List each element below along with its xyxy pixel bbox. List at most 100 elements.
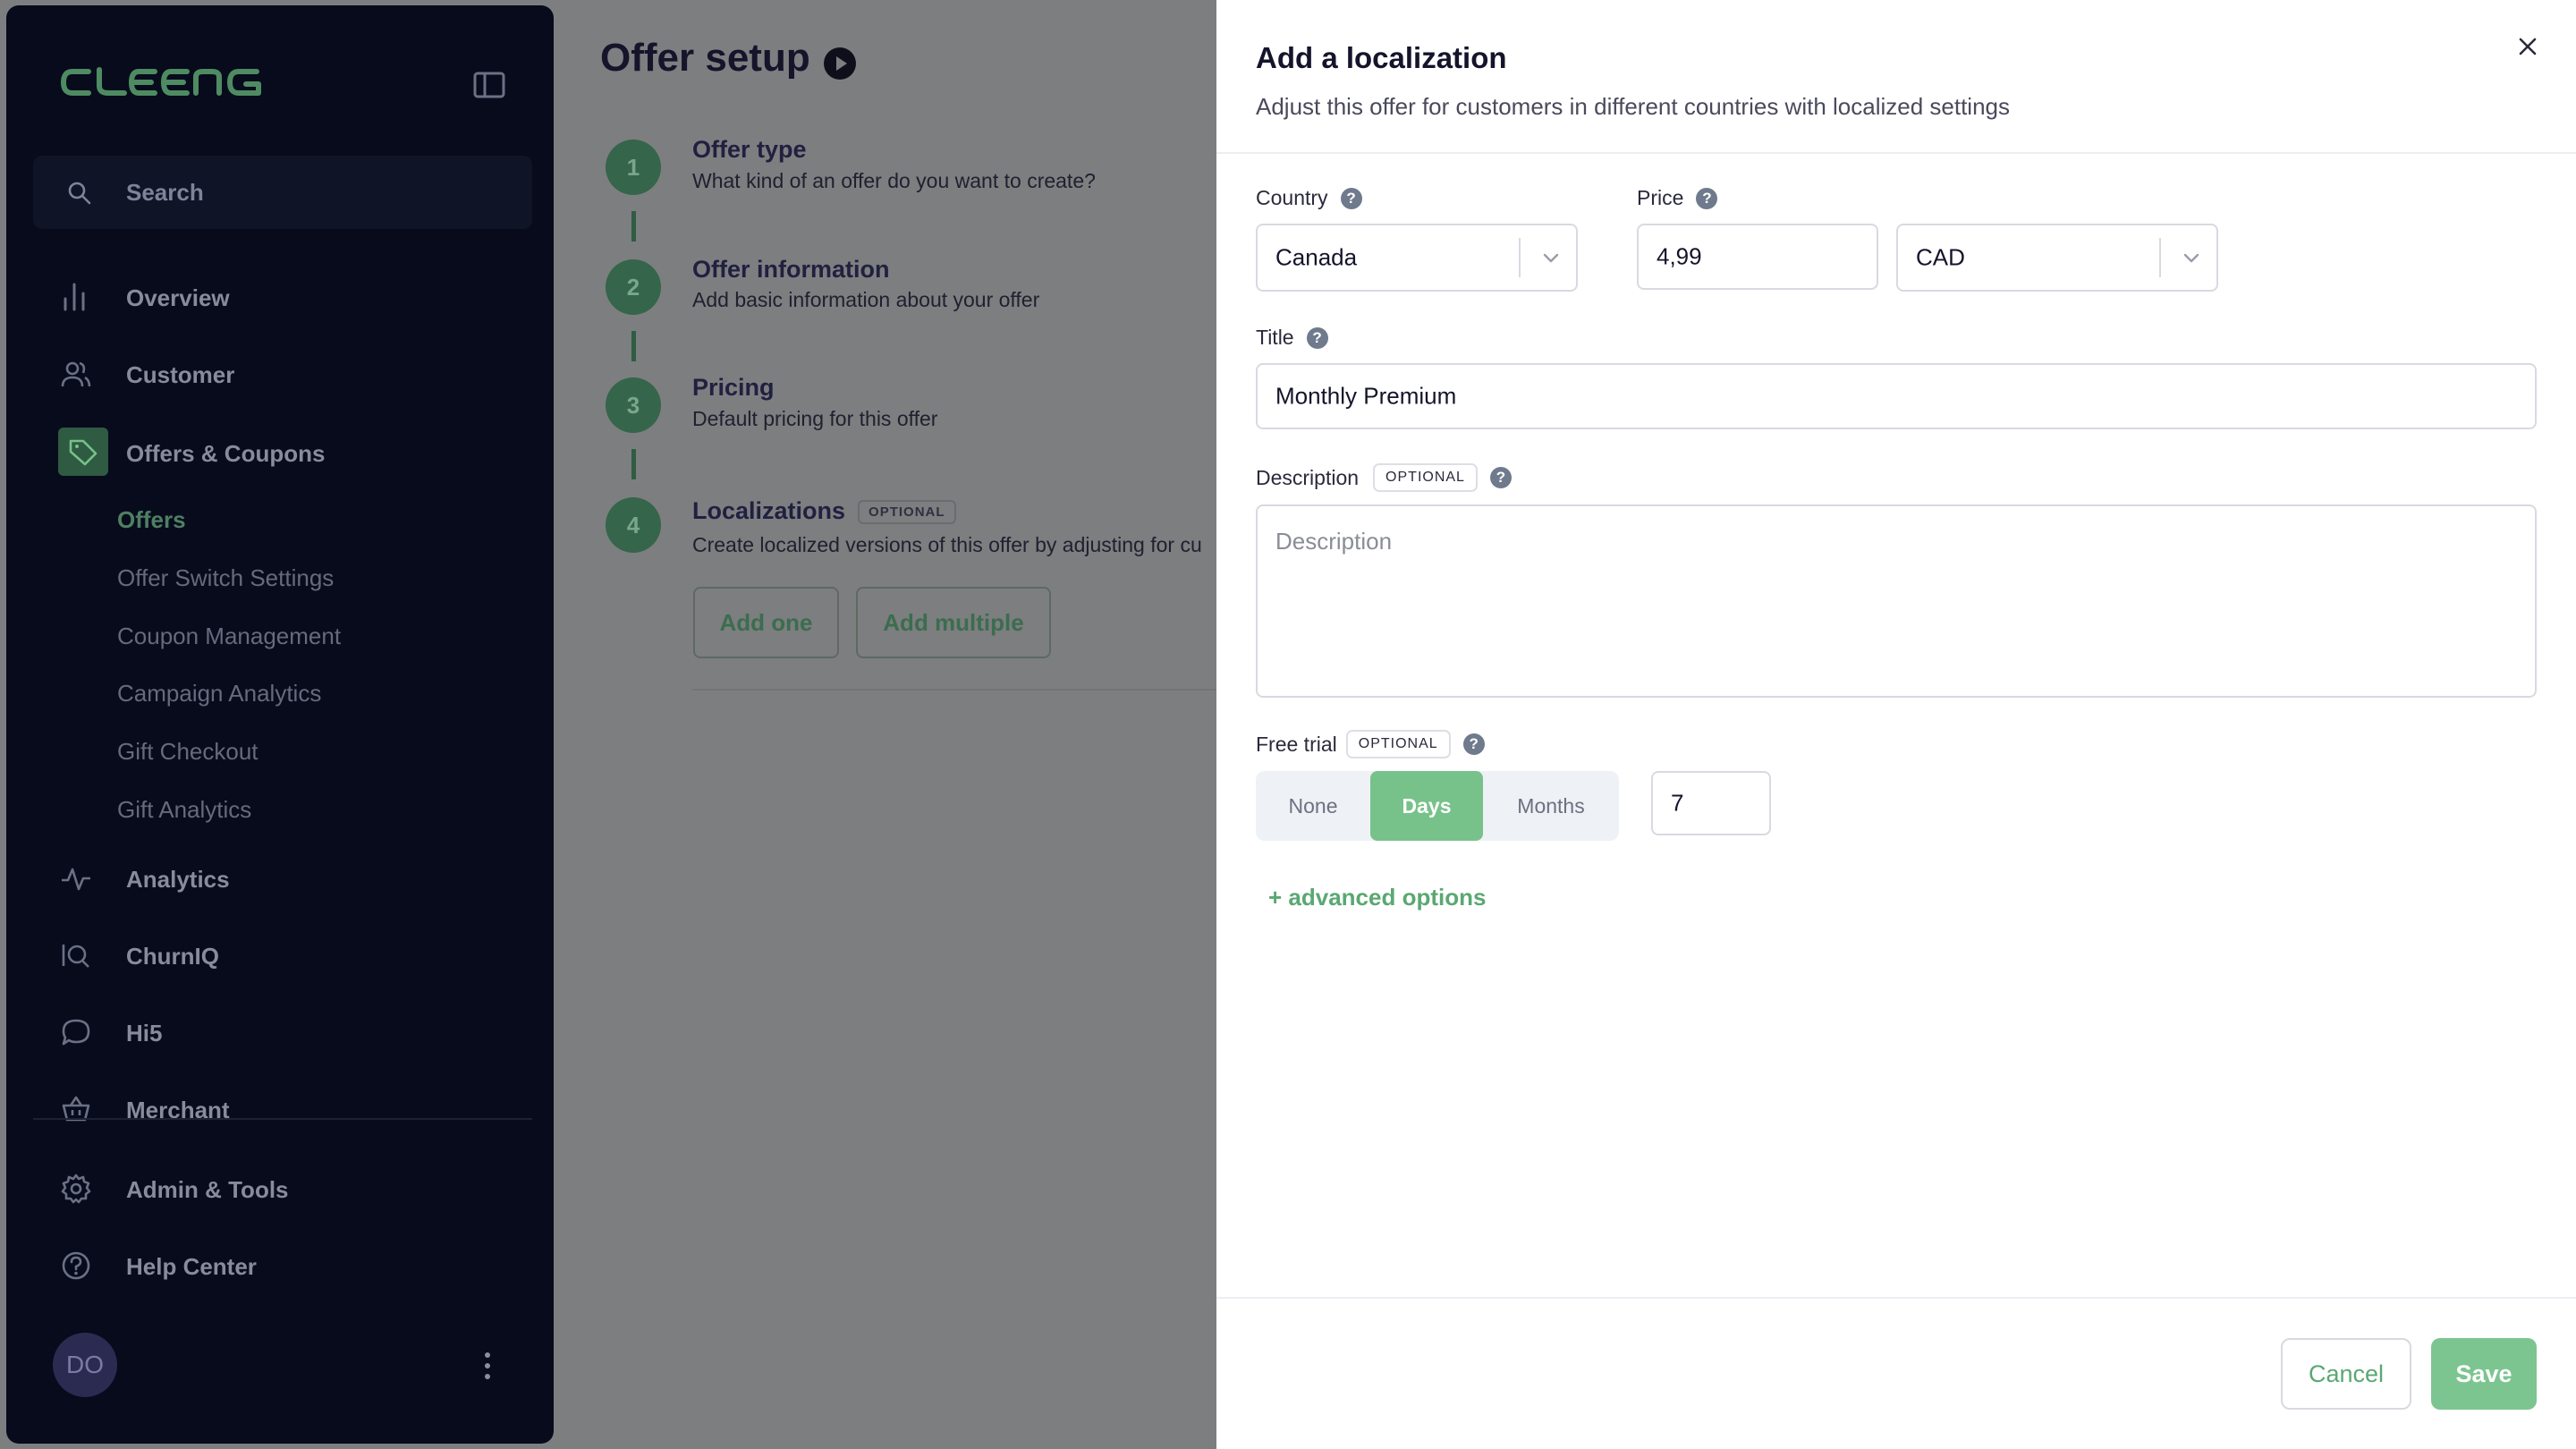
optional-badge: OPTIONAL xyxy=(858,500,956,525)
nav-overview-label: Overview xyxy=(126,284,230,311)
bar-chart-icon xyxy=(60,281,92,313)
description-label: Description xyxy=(1256,465,1360,489)
step-4-number: 4 xyxy=(606,497,661,553)
step-3-description: Default pricing for this offer xyxy=(692,407,938,430)
nav-churniq[interactable]: ChurnIQ xyxy=(60,930,525,980)
subnav-gift-analytics[interactable]: Gift Analytics xyxy=(117,796,251,824)
description-textarea[interactable]: Description xyxy=(1256,504,2537,698)
help-icon[interactable]: ? xyxy=(1340,187,1362,209)
nav-offers-coupons[interactable]: Offers & Coupons xyxy=(58,428,525,478)
churniq-icon xyxy=(60,939,92,971)
gear-icon xyxy=(60,1173,92,1205)
users-icon xyxy=(60,358,92,390)
step-connector xyxy=(631,211,636,242)
help-icon[interactable]: ? xyxy=(1489,467,1512,488)
panel-subtitle: Adjust this offer for customers in diffe… xyxy=(1256,93,2010,120)
sidebar-collapse-icon[interactable] xyxy=(473,72,505,98)
nav-help-center-label: Help Center xyxy=(126,1253,257,1280)
nav-merchant[interactable]: Merchant xyxy=(60,1084,525,1134)
step-connector xyxy=(631,449,636,479)
page-title: Offer setup xyxy=(600,36,810,80)
activity-icon xyxy=(60,862,92,894)
cleeng-logo[interactable] xyxy=(60,64,289,105)
help-icon[interactable]: ? xyxy=(1462,733,1485,755)
trial-length-value: 7 xyxy=(1671,789,1684,817)
trial-option-none[interactable]: None xyxy=(1256,771,1370,841)
add-localization-panel: Add a localization Adjust this offer for… xyxy=(1216,0,2576,1449)
country-label-row: Country? xyxy=(1256,186,1362,210)
search-icon xyxy=(67,181,92,210)
title-value: Monthly Premium xyxy=(1275,382,1457,410)
nav-admin-tools-label: Admin & Tools xyxy=(126,1176,289,1203)
chat-bubble-icon xyxy=(60,1016,92,1048)
panel-header-divider xyxy=(1216,152,2576,154)
panel-title: Add a localization xyxy=(1256,41,1507,74)
main-divider xyxy=(692,689,1216,691)
add-one-button[interactable]: Add one xyxy=(693,587,839,658)
step-2-title: Offer information xyxy=(692,256,890,283)
chevron-down-icon xyxy=(1540,247,1562,273)
title-label: Title xyxy=(1256,326,1294,349)
subnav-campaign-analytics[interactable]: Campaign Analytics xyxy=(117,680,321,708)
close-icon[interactable] xyxy=(2515,34,2540,59)
step-2-description: Add basic information about your offer xyxy=(692,288,1040,311)
add-multiple-button[interactable]: Add multiple xyxy=(856,587,1051,658)
free-trial-label: Free trial xyxy=(1256,732,1337,756)
advanced-options-link[interactable]: + advanced options xyxy=(1268,884,1486,911)
nav-help-center[interactable]: Help Center xyxy=(60,1241,525,1291)
help-icon[interactable]: ? xyxy=(1306,326,1328,349)
chevron-down-icon xyxy=(2181,247,2202,273)
help-icon[interactable]: ? xyxy=(1696,187,1718,209)
sidebar: Search Overview Customer Offers & Coupon… xyxy=(6,5,554,1444)
step-1-number: 1 xyxy=(606,140,661,195)
nav-merchant-label: Merchant xyxy=(126,1097,230,1123)
step-2-number: 2 xyxy=(606,259,661,315)
optional-badge: OPTIONAL xyxy=(1345,730,1451,758)
nav-analytics[interactable]: Analytics xyxy=(60,853,525,903)
free-trial-segmented-control: None Days Months xyxy=(1256,771,1619,841)
trial-option-months[interactable]: Months xyxy=(1483,771,1619,841)
nav-hi5[interactable]: Hi5 xyxy=(60,1007,525,1057)
search-label: Search xyxy=(126,179,204,206)
sidebar-divider xyxy=(33,1118,532,1120)
save-button[interactable]: Save xyxy=(2431,1338,2537,1410)
nav-hi5-label: Hi5 xyxy=(126,1020,163,1046)
nav-customer[interactable]: Customer xyxy=(60,349,525,399)
country-select[interactable]: Canada xyxy=(1256,224,1578,292)
price-input[interactable]: 4,99 xyxy=(1637,224,1878,290)
optional-badge: OPTIONAL xyxy=(1373,463,1478,492)
currency-select[interactable]: CAD xyxy=(1896,224,2218,292)
step-1-description: What kind of an offer do you want to cre… xyxy=(692,169,1096,192)
tag-icon xyxy=(58,428,108,476)
more-options-icon[interactable] xyxy=(480,1351,495,1381)
cancel-button[interactable]: Cancel xyxy=(2281,1338,2411,1410)
basket-icon xyxy=(60,1093,92,1125)
subnav-offer-switch-settings[interactable]: Offer Switch Settings xyxy=(117,564,334,592)
currency-value: CAD xyxy=(1916,243,1965,271)
subnav-offers[interactable]: Offers xyxy=(117,506,186,534)
description-label-row: Description OPTIONAL? xyxy=(1256,463,1512,492)
title-input[interactable]: Monthly Premium xyxy=(1256,363,2537,429)
trial-length-input[interactable]: 7 xyxy=(1651,771,1771,835)
price-label-row: Price? xyxy=(1637,186,1718,210)
nav-admin-tools[interactable]: Admin & Tools xyxy=(60,1164,525,1214)
play-video-icon[interactable] xyxy=(823,47,857,85)
search-bar[interactable]: Search xyxy=(33,156,532,229)
step-1-title: Offer type xyxy=(692,136,807,163)
step-4-description: Create localized versions of this offer … xyxy=(692,533,1202,556)
user-avatar[interactable]: DO xyxy=(53,1333,117,1397)
price-value: 4,99 xyxy=(1657,242,1702,270)
nav-churniq-label: ChurnIQ xyxy=(126,943,219,970)
step-connector xyxy=(631,331,636,361)
step-4-title: Localizations xyxy=(692,497,846,524)
trial-option-days[interactable]: Days xyxy=(1370,771,1483,841)
price-label: Price xyxy=(1637,186,1684,209)
nav-overview[interactable]: Overview xyxy=(60,272,525,322)
subnav-gift-checkout[interactable]: Gift Checkout xyxy=(117,738,258,766)
description-placeholder: Description xyxy=(1275,528,1393,555)
subnav-coupon-management[interactable]: Coupon Management xyxy=(117,623,341,650)
country-label: Country xyxy=(1256,186,1328,209)
title-label-row: Title? xyxy=(1256,326,1328,350)
help-circle-icon xyxy=(60,1250,92,1282)
select-separator xyxy=(2159,238,2161,277)
